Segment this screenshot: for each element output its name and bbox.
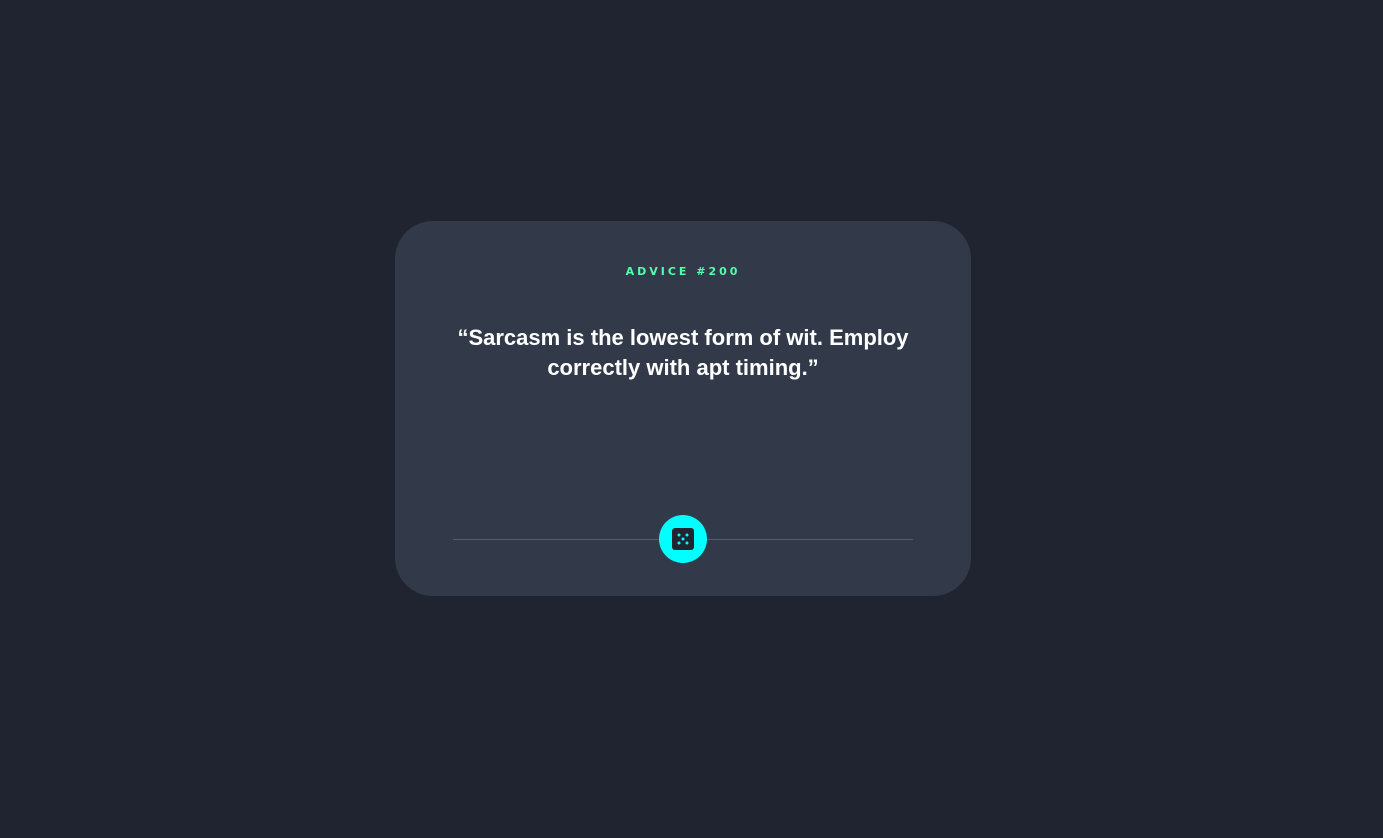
advice-number: ADVICE #200	[625, 265, 741, 278]
dice-icon	[672, 528, 694, 550]
advice-quote: “Sarcasm is the lowest form of wit. Empl…	[457, 325, 909, 380]
divider-left	[453, 539, 660, 540]
new-advice-button[interactable]	[659, 515, 707, 563]
divider-right	[706, 539, 913, 540]
advice-card: ADVICE #200 “Sarcasm is the lowest form …	[395, 221, 971, 596]
